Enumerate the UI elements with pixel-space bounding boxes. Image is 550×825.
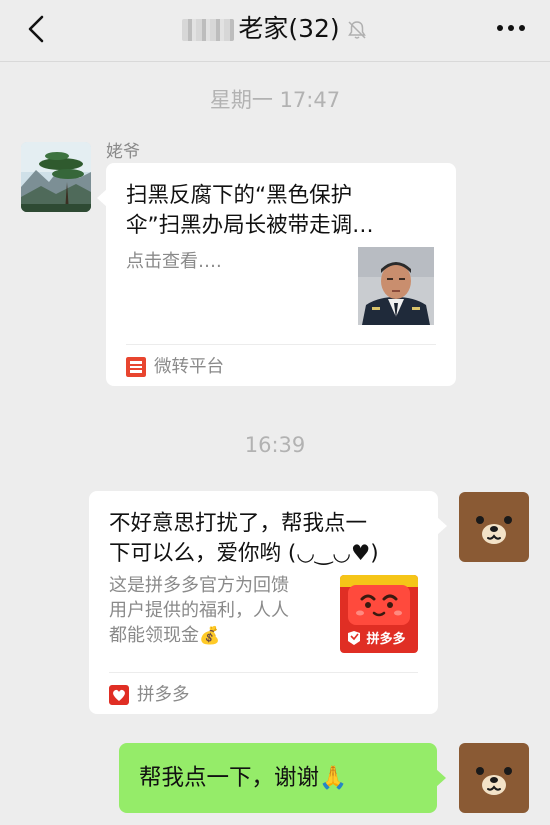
message-text-content: 帮我点一下，谢谢 — [139, 765, 320, 791]
card-source-label: 拼多多 — [137, 685, 190, 705]
chat-title-wrap: 老家(32) — [0, 12, 550, 46]
brown-bear-icon — [459, 492, 529, 562]
card-source: 微转平台 — [126, 356, 224, 378]
bear-avatar[interactable] — [459, 743, 529, 813]
card-title-line-2: 下可以么，爱你哟 (◡‿◡♥) — [109, 541, 379, 566]
thumb-brand-label: 拼多多 — [366, 631, 405, 647]
card-description-text: 都能领现金 — [109, 625, 199, 646]
pinduoduo-thumb-image: 拼多多 — [340, 575, 418, 653]
card-source-label: 微转平台 — [154, 357, 224, 377]
shared-link-card[interactable]: 扫黑反腐下的“黑色保护 伞”扫黑办局长被带走调… 点击查看…. 微转平台 — [97, 163, 456, 386]
brown-bear-icon — [459, 743, 529, 813]
sender-name: 姥爷 — [106, 142, 140, 162]
praying-hands-icon: 🙏 — [319, 765, 348, 791]
bubble-tail — [437, 517, 447, 535]
pinduoduo-link-card[interactable]: 不好意思打扰了，帮我点一 下可以么，爱你哟 (◡‿◡♥) 这是拼多多官方为回馈 … — [89, 491, 447, 714]
timestamp: 星期一 17:47 — [209, 88, 341, 112]
bubble-tail — [436, 769, 446, 787]
card-description-line-2: 用户提供的福利，人人 — [109, 600, 289, 621]
card-title-line-1: 不好意思打扰了，帮我点一 — [109, 511, 368, 536]
card-divider — [126, 344, 436, 345]
mute-bell-icon — [347, 21, 366, 39]
message-text: 帮我点一下，谢谢🙏 — [139, 763, 347, 793]
more-options-icon[interactable] — [494, 16, 528, 40]
card-divider — [109, 672, 418, 673]
timestamp: 16:39 — [244, 433, 306, 457]
person-photo-image — [358, 247, 434, 325]
text-message-bubble[interactable]: 帮我点一下，谢谢🙏 — [119, 743, 446, 813]
card-source: 拼多多 — [109, 684, 190, 706]
card-description-line-3: 都能领现金💰 — [109, 623, 220, 649]
money-bag-icon: 💰 — [199, 626, 221, 646]
pinduoduo-logo-icon — [109, 685, 129, 705]
card-description-line-1: 这是拼多多官方为回馈 — [109, 575, 289, 596]
blurred-name — [182, 19, 235, 41]
chat-header: 老家(32) — [0, 0, 550, 62]
bear-avatar[interactable] — [459, 492, 529, 562]
card-title-line-1: 扫黑反腐下的“黑色保护 — [126, 183, 353, 208]
chat-title: 老家(32) — [238, 14, 340, 43]
weizhuan-logo-icon — [126, 357, 146, 377]
card-title-line-2: 伞”扫黑办局长被带走调… — [126, 213, 374, 238]
card-thumbnail — [358, 247, 434, 325]
landscape-avatar-image — [21, 142, 91, 212]
bubble-tail — [97, 189, 107, 207]
card-description: 点击查看…. — [126, 251, 222, 272]
card-thumbnail: 拼多多 — [340, 575, 418, 653]
avatar[interactable] — [21, 142, 91, 212]
